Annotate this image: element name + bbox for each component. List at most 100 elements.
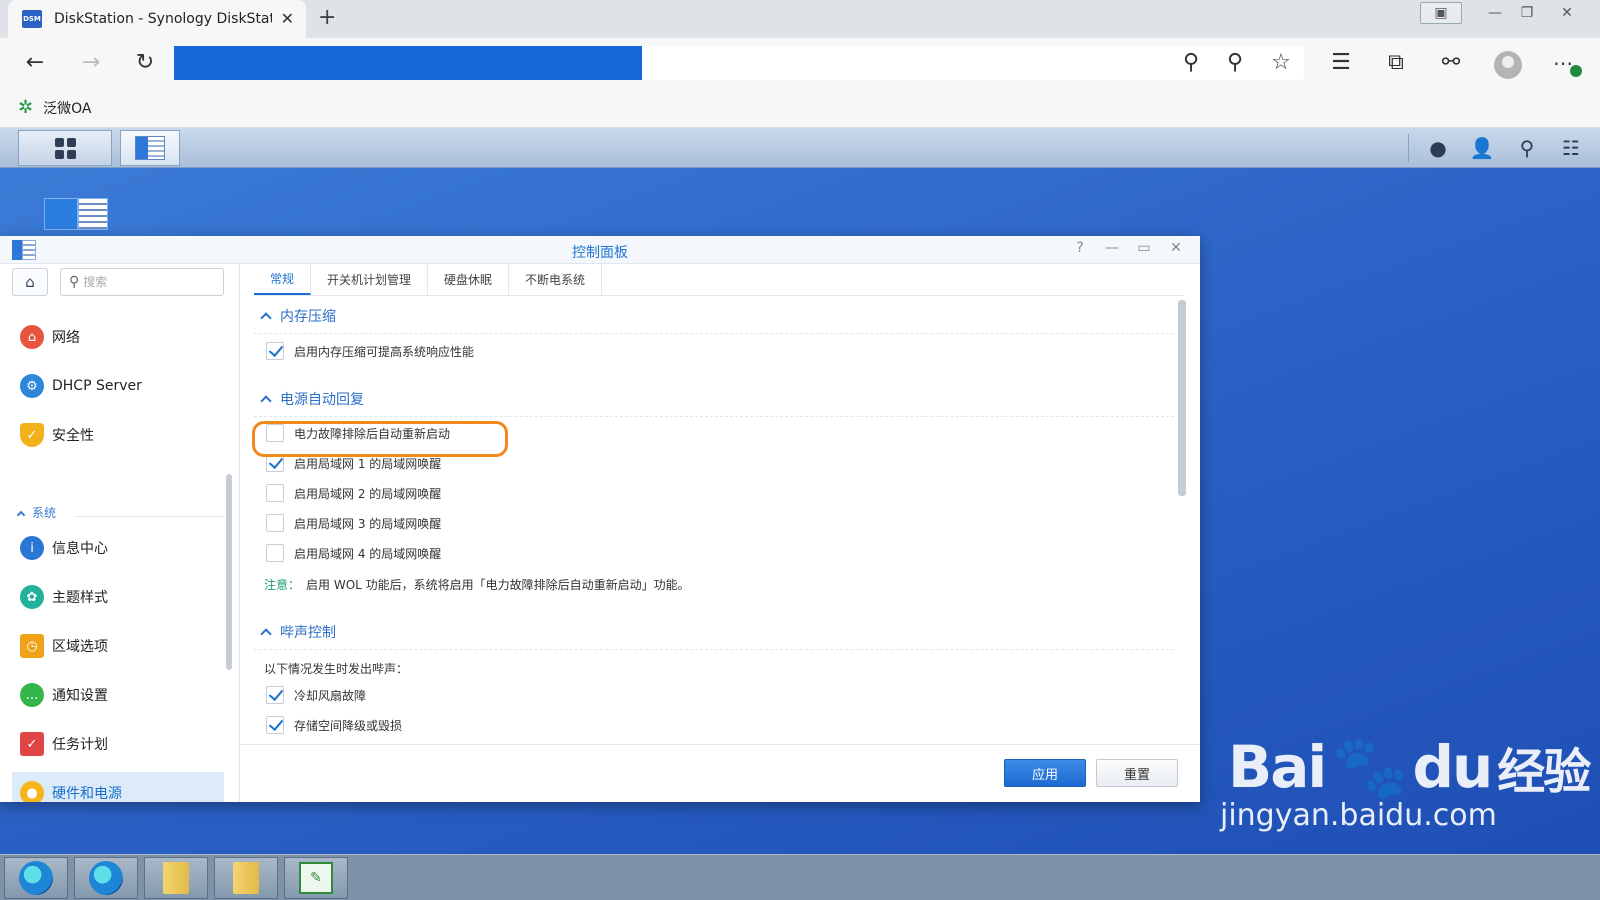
profile-avatar[interactable]: [1494, 51, 1522, 79]
option-wol-lan4[interactable]: 启用局域网 4 的局域网唤醒: [266, 544, 441, 562]
option-beep-fan-failure[interactable]: 冷却风扇故障: [266, 686, 366, 704]
reload-icon[interactable]: ↻: [130, 50, 160, 76]
folder-icon: [233, 862, 259, 894]
sidebar-section-system[interactable]: 系统: [16, 504, 57, 521]
checkbox[interactable]: [266, 484, 284, 502]
checkbox[interactable]: [266, 544, 284, 562]
update-badge: [1570, 65, 1582, 77]
control-panel-desktop-icon[interactable]: [44, 198, 110, 230]
address-bar[interactable]: [174, 46, 1304, 80]
search-input[interactable]: [83, 275, 214, 289]
checkbox[interactable]: [266, 342, 284, 360]
sidebar-item-hardware-power[interactable]: ● 硬件和电源: [12, 772, 224, 802]
apply-button[interactable]: 应用: [1004, 759, 1086, 787]
info-icon: i: [20, 536, 44, 560]
window-footer: 应用 重置: [240, 744, 1200, 802]
sidebar-item-notification[interactable]: … 通知设置: [12, 674, 224, 716]
taskbar-edge-2[interactable]: [74, 857, 138, 899]
watermark-logo-text-2: du: [1412, 733, 1493, 801]
checkbox[interactable]: [266, 686, 284, 704]
sidebar-item-regional[interactable]: ◷ 区域选项: [12, 625, 224, 667]
browser-toolbar: ← → ↻ ⚲ ⚲ ☆ ☰ ⧉ ⚯ ⋯: [0, 38, 1600, 88]
forward-arrow-icon[interactable]: →: [76, 50, 106, 76]
settings-content: 内存压缩 启用内存压缩可提高系统响应性能 电源自动回复 电力故障排除后自动重新启…: [254, 300, 1184, 744]
sidebar-scrollbar[interactable]: [226, 474, 232, 670]
chevron-up-icon: [260, 395, 272, 407]
checkbox[interactable]: [266, 514, 284, 532]
option-label: 启用局域网 3 的局域网唤醒: [294, 516, 442, 531]
option-label: 启用局域网 1 的局域网唤醒: [294, 456, 442, 471]
checkbox[interactable]: [266, 716, 284, 734]
share-icon[interactable]: ⚯: [1436, 50, 1466, 76]
user-icon[interactable]: 👤: [1467, 136, 1497, 160]
help-icon[interactable]: ?: [1068, 240, 1092, 256]
minimize-icon[interactable]: —: [1480, 2, 1510, 24]
sidebar-item-theme[interactable]: ✿ 主题样式: [12, 576, 224, 618]
control-panel-task[interactable]: [120, 130, 180, 166]
sidebar-item-dhcp[interactable]: ⚙ DHCP Server: [12, 365, 224, 407]
cast-icon[interactable]: ▣: [1420, 2, 1462, 24]
tab-ups[interactable]: 不断电系统: [509, 264, 603, 295]
widgets-icon[interactable]: ☷: [1556, 136, 1586, 160]
collections-icon[interactable]: ⧉: [1381, 50, 1411, 76]
section-title: 内存压缩: [280, 309, 336, 325]
window-title: 控制面板: [572, 245, 628, 261]
sidebar-item-label: 安全性: [52, 428, 94, 444]
note-label: 注意：: [264, 578, 301, 592]
option-label: 启用内存压缩可提高系统响应性能: [294, 344, 475, 359]
sidebar-item-task-scheduler[interactable]: ✓ 任务计划: [12, 723, 224, 765]
chevron-up-icon: [260, 312, 272, 324]
taskbar-edge-1[interactable]: [4, 857, 68, 899]
control-panel-icon: [135, 136, 165, 160]
watermark-logo: Bai 🐾 du 经验: [1228, 730, 1591, 804]
minimize-icon[interactable]: —: [1100, 240, 1124, 256]
browser-tab[interactable]: DSM DiskStation - Synology DiskStatio ✕: [8, 0, 306, 38]
search-icon[interactable]: ⚲: [1512, 136, 1542, 160]
sidebar-item-security[interactable]: ✓ 安全性: [12, 414, 224, 456]
chevron-up-icon: [260, 628, 272, 640]
maximize-icon[interactable]: ▭: [1132, 240, 1156, 256]
notification-icon[interactable]: ●: [1423, 136, 1453, 160]
zoom-in-icon[interactable]: ⚲: [1176, 50, 1206, 76]
baidu-watermark: Bai 🐾 du 经验 jingyan.baidu.com: [1220, 730, 1591, 833]
sidebar-item-label: 主题样式: [52, 590, 108, 606]
control-panel-window: 控制面板 ? — ▭ ✕ ⌂ ⚲ ⌂ 网络 ⚙ DHCP Server ✓ 安全…: [0, 236, 1200, 802]
highlight-annotation: [252, 421, 508, 457]
section-title: 电源自动回复: [280, 392, 364, 408]
zoom-out-icon[interactable]: ⚲: [1220, 50, 1250, 76]
restore-icon[interactable]: ❐: [1512, 2, 1542, 24]
taskbar-spreadsheet[interactable]: ✎: [284, 857, 348, 899]
section-power-recovery[interactable]: 电源自动回复: [260, 389, 364, 409]
favorites-list-icon[interactable]: ☰: [1326, 50, 1356, 76]
option-memory-compression[interactable]: 启用内存压缩可提高系统响应性能: [266, 342, 474, 360]
taskbar-explorer-1[interactable]: [144, 857, 208, 899]
back-arrow-icon[interactable]: ←: [20, 50, 50, 76]
option-beep-volume-degraded[interactable]: 存储空间降级或毁损: [266, 716, 402, 734]
window-close-icon[interactable]: ✕: [1552, 2, 1582, 24]
option-label: 启用局域网 4 的局域网唤醒: [294, 546, 442, 561]
home-icon[interactable]: ⌂: [12, 268, 48, 296]
section-beep-control[interactable]: 哔声控制: [260, 622, 336, 642]
main-menu-button[interactable]: [18, 130, 112, 166]
content-scrollbar[interactable]: [1178, 300, 1186, 496]
option-wol-lan3[interactable]: 启用局域网 3 的局域网唤醒: [266, 514, 441, 532]
taskbar-explorer-2[interactable]: [214, 857, 278, 899]
shield-icon: ✓: [20, 423, 44, 447]
tab-general[interactable]: 常规: [254, 264, 312, 295]
favorite-star-icon[interactable]: ☆: [1266, 50, 1296, 76]
bookmark-oa[interactable]: ✲ 泛微OA: [18, 97, 91, 118]
tab-power-schedule[interactable]: 开关机计划管理: [311, 264, 429, 295]
close-icon[interactable]: ✕: [1164, 240, 1188, 256]
tab-close-icon[interactable]: ✕: [281, 9, 294, 28]
sidebar-item-info-center[interactable]: i 信息中心: [12, 527, 224, 569]
paw-icon: 🐾: [1331, 730, 1408, 803]
option-wol-lan2[interactable]: 启用局域网 2 的局域网唤醒: [266, 484, 441, 502]
sidebar-item-network[interactable]: ⌂ 网络: [12, 316, 224, 358]
new-tab-button[interactable]: +: [318, 5, 336, 30]
section-memory-compression[interactable]: 内存压缩: [260, 306, 336, 326]
dsm-favicon-icon: DSM: [22, 10, 42, 28]
search-icon: ⚲: [69, 274, 80, 290]
section-label: 系统: [32, 506, 57, 520]
tab-hdd-hibernation[interactable]: 硬盘休眠: [428, 264, 510, 295]
reset-button[interactable]: 重置: [1096, 759, 1178, 787]
